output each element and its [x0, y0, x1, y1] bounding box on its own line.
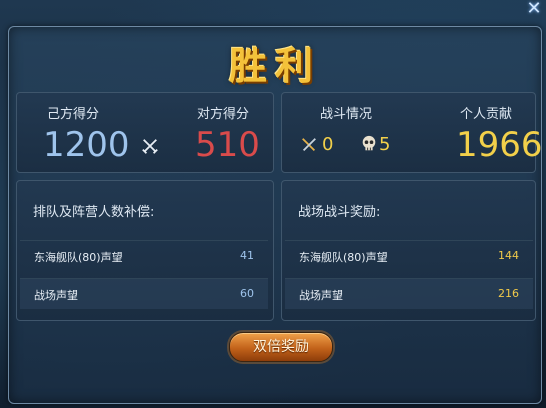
reward-value: 216	[498, 287, 519, 300]
compensation-rewards: 排队及阵营人数补偿: 东海舰队(80)声望 41 战场声望 60	[16, 180, 274, 321]
reward-name: 战场声望	[34, 289, 78, 302]
list-item: 东海舰队(80)声望 41	[20, 240, 268, 271]
list-item: 战场声望 216	[285, 278, 533, 309]
battle-result-panel: 胜利 己方得分 对方得分 1200 510 战斗情况 个人贡献 0 5 1966…	[8, 26, 543, 404]
deaths-count: 5	[379, 134, 391, 155]
double-reward-button[interactable]: 双倍奖励	[229, 332, 333, 362]
reward-name: 战场声望	[299, 289, 343, 302]
reward-value: 60	[240, 287, 254, 300]
compensation-title: 排队及阵营人数补偿:	[33, 205, 155, 220]
reward-name: 东海舰队(80)声望	[299, 251, 388, 264]
kills-crossed-swords-icon	[302, 138, 316, 152]
contribution-value: 1966	[456, 125, 543, 165]
own-score-label: 己方得分	[47, 107, 100, 122]
battle-reward-title: 战场战斗奖励:	[298, 205, 381, 220]
reward-name: 东海舰队(80)声望	[34, 251, 123, 264]
list-item: 东海舰队(80)声望 144	[285, 240, 533, 271]
battle-situation-label: 战斗情况	[320, 107, 373, 122]
skull-icon	[362, 135, 376, 151]
own-score-value: 1200	[43, 125, 130, 165]
contribution-label: 个人贡献	[460, 107, 513, 122]
reward-value: 41	[240, 249, 254, 262]
close-icon[interactable]: ✕	[524, 0, 544, 20]
score-summary: 己方得分 对方得分 1200 510	[16, 92, 274, 173]
reward-value: 144	[498, 249, 519, 262]
victory-title: 胜利	[228, 43, 321, 88]
enemy-score-label: 对方得分	[197, 107, 250, 122]
enemy-score-value: 510	[195, 125, 260, 165]
list-item: 战场声望 60	[20, 278, 268, 309]
kills-count: 0	[322, 134, 334, 155]
battle-rewards: 战场战斗奖励: 东海舰队(80)声望 144 战场声望 216	[281, 180, 536, 321]
crossed-swords-icon	[142, 139, 158, 154]
battle-situation: 战斗情况 个人贡献 0 5 1966	[281, 92, 543, 173]
